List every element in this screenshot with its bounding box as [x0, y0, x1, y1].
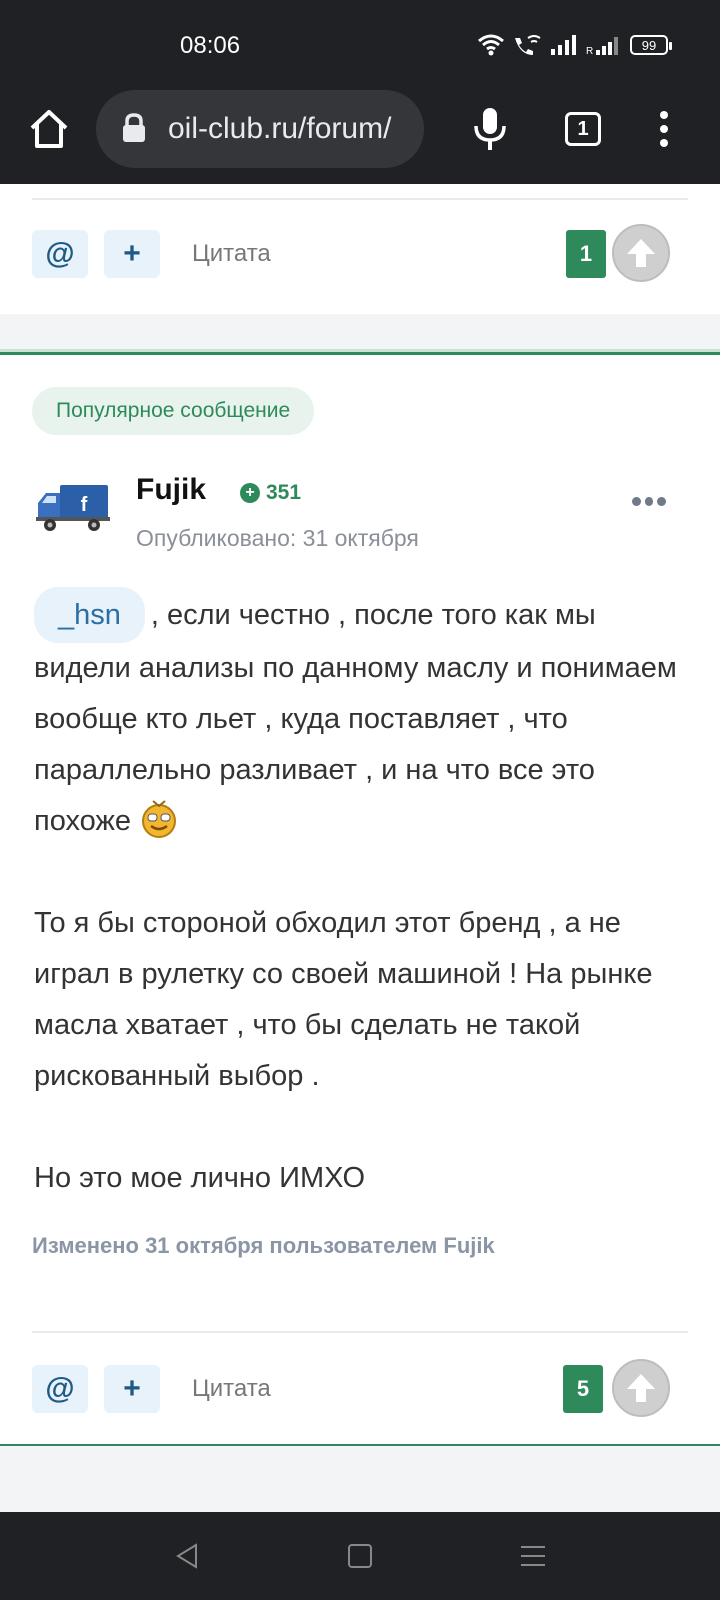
- lock-icon: [123, 113, 145, 142]
- browser-toolbar: oil-club.ru/forum/ 1: [0, 90, 720, 184]
- battery-icon: 99: [630, 35, 672, 55]
- url-text: oil-club.ru/forum/: [168, 112, 392, 145]
- author-reputation-value: 351: [266, 481, 302, 504]
- next-post-area: [0, 1446, 720, 1484]
- user-mention[interactable]: _hsn: [34, 587, 145, 643]
- arrow-up-icon: [627, 1374, 655, 1402]
- multiquote-button[interactable]: +: [104, 1365, 160, 1413]
- multiquote-button[interactable]: +: [104, 230, 160, 278]
- forum-post: Популярное сообщение f Fujik + 351 Опубл…: [0, 352, 720, 1447]
- wifi-icon: [478, 34, 504, 56]
- post-options-icon[interactable]: [632, 497, 667, 507]
- wifi-call-icon: [515, 35, 541, 55]
- popular-badge: Популярное сообщение: [32, 387, 315, 435]
- post-paragraph: _hsn, если честно , после того как мы ви…: [34, 587, 694, 847]
- system-navigation-bar: [0, 1512, 720, 1600]
- home-icon[interactable]: [26, 106, 72, 152]
- divider: [32, 198, 688, 200]
- signal-icon: [551, 35, 576, 55]
- smiley-icon: [142, 800, 177, 838]
- mention-button[interactable]: @: [32, 230, 88, 278]
- quote-button[interactable]: Цитата: [192, 1375, 271, 1403]
- arrow-up-icon: [627, 239, 655, 267]
- back-icon[interactable]: [174, 1542, 200, 1570]
- svg-text:R: R: [586, 46, 593, 56]
- upvote-button[interactable]: [612, 224, 670, 282]
- tab-switcher-button[interactable]: 1: [565, 112, 601, 146]
- upvote-button[interactable]: [612, 1359, 670, 1417]
- mention-button[interactable]: @: [32, 1365, 88, 1413]
- post-body: _hsn, если честно , после того как мы ви…: [34, 587, 694, 1204]
- recent-apps-icon[interactable]: [520, 1544, 546, 1568]
- divider: [32, 1331, 688, 1333]
- url-bar[interactable]: oil-club.ru/forum/: [96, 90, 424, 168]
- post-paragraph: То я бы стороной обходил этот бренд , а …: [34, 907, 653, 1092]
- status-time: 08:06: [180, 32, 241, 59]
- quote-button[interactable]: Цитата: [192, 240, 271, 268]
- avatar[interactable]: f: [36, 481, 110, 533]
- svg-text:f: f: [81, 494, 88, 516]
- post-paragraph: Но это мое лично ИМХО: [34, 1162, 366, 1194]
- browser-menu-icon[interactable]: [656, 108, 672, 152]
- author-name[interactable]: Fujik: [136, 473, 206, 507]
- microphone-icon[interactable]: [470, 106, 510, 152]
- previous-post-footer: @ + Цитата 1: [0, 184, 720, 314]
- plus-circle-icon: +: [240, 483, 260, 503]
- status-icons: R 99: [478, 32, 672, 58]
- post-date: Опубликовано: 31 октября: [136, 525, 419, 551]
- status-bar: 08:06 R 99: [0, 0, 720, 90]
- home-nav-icon[interactable]: [348, 1544, 372, 1568]
- reputation-count: 1: [566, 230, 606, 278]
- edited-note: Изменено 31 октября пользователем Fujik: [32, 1233, 495, 1258]
- reputation-count: 5: [563, 1365, 603, 1413]
- author-reputation: + 351: [240, 481, 301, 505]
- roaming-signal-icon: R: [586, 37, 618, 56]
